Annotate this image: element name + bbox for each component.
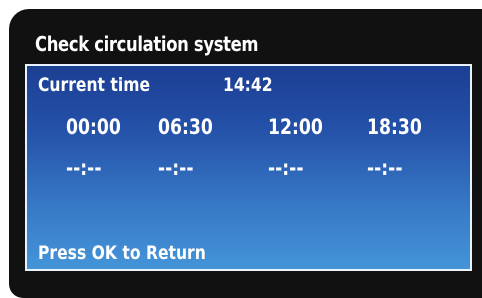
schedule-time-4: 18:30 (367, 115, 422, 139)
schedule-value-1: --:-- (66, 156, 102, 180)
window-title: Check circulation system (35, 32, 259, 56)
return-hint: Press OK to Return (38, 242, 206, 264)
schedule-value-4: --:-- (367, 156, 403, 180)
current-time-value: 14:42 (223, 74, 273, 96)
schedule-value-2: --:-- (158, 156, 194, 180)
display-panel: Current time 14:42 00:00 06:30 12:00 18:… (25, 64, 472, 271)
schedule-time-3: 12:00 (268, 115, 323, 139)
schedule-time-1: 00:00 (66, 115, 121, 139)
schedule-time-2: 06:30 (158, 115, 213, 139)
current-time-label: Current time (38, 74, 151, 96)
schedule-value-3: --:-- (268, 156, 304, 180)
